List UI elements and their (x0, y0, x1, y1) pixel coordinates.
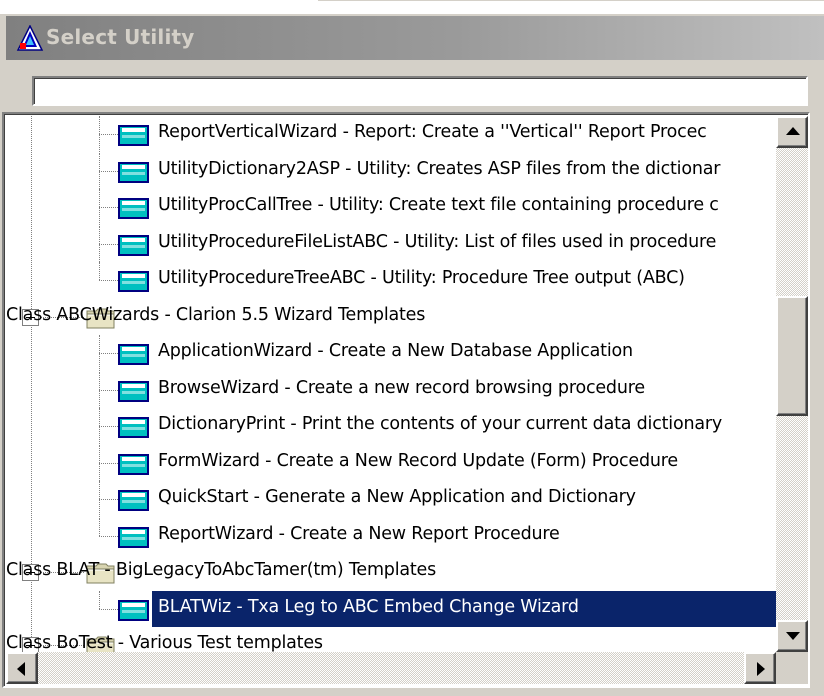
tree-item-label: UtilityDictionary2ASP - Utility: Creates… (158, 158, 721, 179)
select-utility-window: Select Utility ReportVerticalWizard - Re… (0, 14, 824, 696)
scroll-right-button[interactable] (744, 652, 776, 684)
tree-connector (99, 590, 100, 609)
template-icon (118, 161, 149, 183)
tree-item-label: UtilityProcCallTree - Utility: Create te… (158, 195, 719, 215)
scroll-down-button[interactable] (776, 620, 808, 652)
scroll-left-button[interactable] (6, 652, 38, 684)
scroll-up-arrow-icon (786, 127, 800, 135)
tree-item[interactable]: BLATWiz - Txa Leg to ABC Embed Change Wi… (6, 590, 776, 627)
tree-connector (99, 134, 118, 135)
tree-connector (31, 116, 32, 309)
clarion-utility-icon (16, 25, 44, 51)
top-strip (0, 0, 824, 14)
tree-item[interactable]: UtilityProcedureFileListABC - Utility: L… (6, 225, 776, 262)
scroll-up-button[interactable] (776, 116, 808, 148)
tree-item[interactable]: DictionaryPrint - Print the contents of … (6, 408, 776, 444)
utility-tree: ReportVerticalWizard - Report: Create a … (6, 116, 776, 652)
tree-item[interactable]: BrowseWizard - Create a new record brows… (6, 371, 776, 408)
tree-connector (99, 608, 118, 610)
tree-connector (99, 499, 118, 500)
scroll-left-arrow-icon (17, 662, 25, 676)
tree-connector (99, 280, 118, 281)
template-icon (118, 490, 149, 511)
vertical-scrollbar[interactable] (776, 116, 808, 652)
tree-connector (99, 462, 118, 464)
template-icon (118, 344, 149, 365)
scroll-right-arrow-icon (757, 662, 765, 676)
top-strip-edge (318, 0, 824, 12)
title-bar[interactable]: Select Utility (6, 16, 824, 60)
tree-item[interactable]: ReportWizard - Create a New Report Proce… (6, 517, 776, 554)
template-icon (118, 198, 149, 219)
template-icon (118, 234, 149, 256)
tree-item-label: UtilityProcedureTreeABC - Utility: Proce… (158, 268, 685, 288)
tree-item-label: BrowseWizard - Create a new record brows… (158, 377, 645, 398)
scrollbar-corner (776, 652, 808, 684)
tree-connector (31, 582, 32, 637)
template-icon (118, 271, 149, 292)
template-icon (118, 526, 149, 548)
tree-item-label: ApplicationWizard - Create a New Databas… (158, 341, 633, 361)
tree-item-label: BLATWiz - Txa Leg to ABC Embed Change Wi… (158, 596, 579, 617)
tree-class-node[interactable]: Class ABCWizards - Clarion 5.5 Wizard Te… (6, 299, 776, 335)
horizontal-scrollbar[interactable] (6, 652, 776, 684)
template-icon (118, 599, 149, 621)
template-icon (118, 417, 149, 438)
tree-connector (99, 535, 118, 537)
tree-item[interactable]: UtilityProcedureTreeABC - Utility: Proce… (6, 262, 776, 298)
tree-class-node[interactable]: Class BLAT - BigLegacyToAbcTamer(tm) Tem… (6, 554, 776, 590)
tree-item-label: ReportVerticalWizard - Report: Create a … (158, 122, 707, 142)
search-field[interactable] (32, 76, 808, 106)
tree-class-label: Class BLAT - BigLegacyToAbcTamer(tm) Tem… (6, 560, 437, 580)
scroll-down-arrow-icon (786, 632, 800, 640)
utility-tree-list[interactable]: ReportVerticalWizard - Report: Create a … (2, 112, 810, 688)
template-icon (118, 125, 149, 146)
tree-item-label: UtilityProcedureFileListABC - Utility: L… (158, 231, 717, 252)
tree-item[interactable]: UtilityProcCallTree - Utility: Create te… (6, 189, 776, 225)
tree-connector (99, 207, 118, 208)
tree-class-label: Class BoTest - Various Test templates (6, 633, 323, 652)
tree-item-label: DictionaryPrint - Print the contents of … (158, 414, 723, 434)
tree-connector (99, 517, 100, 536)
window-title: Select Utility (46, 25, 195, 49)
template-icon (118, 453, 149, 475)
tree-item[interactable]: ReportVerticalWizard - Report: Create a … (6, 116, 776, 152)
tree-item[interactable]: ApplicationWizard - Create a New Databas… (6, 335, 776, 371)
tree-connector (99, 170, 118, 172)
tree-class-node[interactable]: Class BoTest - Various Test templates (6, 627, 776, 652)
tree-connector (99, 353, 118, 354)
tree-connector (99, 389, 118, 391)
tree-connector (99, 262, 100, 280)
tree-item-label: FormWizard - Create a New Record Update … (158, 450, 678, 471)
tree-connector (31, 326, 32, 564)
vertical-scroll-thumb[interactable] (776, 296, 808, 416)
tree-item[interactable]: FormWizard - Create a New Record Update … (6, 444, 776, 481)
tree-connector (99, 243, 118, 245)
template-icon (118, 380, 149, 402)
tree-class-label: Class ABCWizards - Clarion 5.5 Wizard Te… (6, 304, 426, 325)
search-input[interactable] (34, 78, 806, 104)
tree-item-label: ReportWizard - Create a New Report Proce… (158, 523, 560, 544)
tree-connector (99, 426, 118, 427)
tree-item-label: QuickStart - Generate a New Application … (158, 487, 636, 507)
tree-item[interactable]: QuickStart - Generate a New Application … (6, 481, 776, 517)
tree-item[interactable]: UtilityDictionary2ASP - Utility: Creates… (6, 152, 776, 189)
